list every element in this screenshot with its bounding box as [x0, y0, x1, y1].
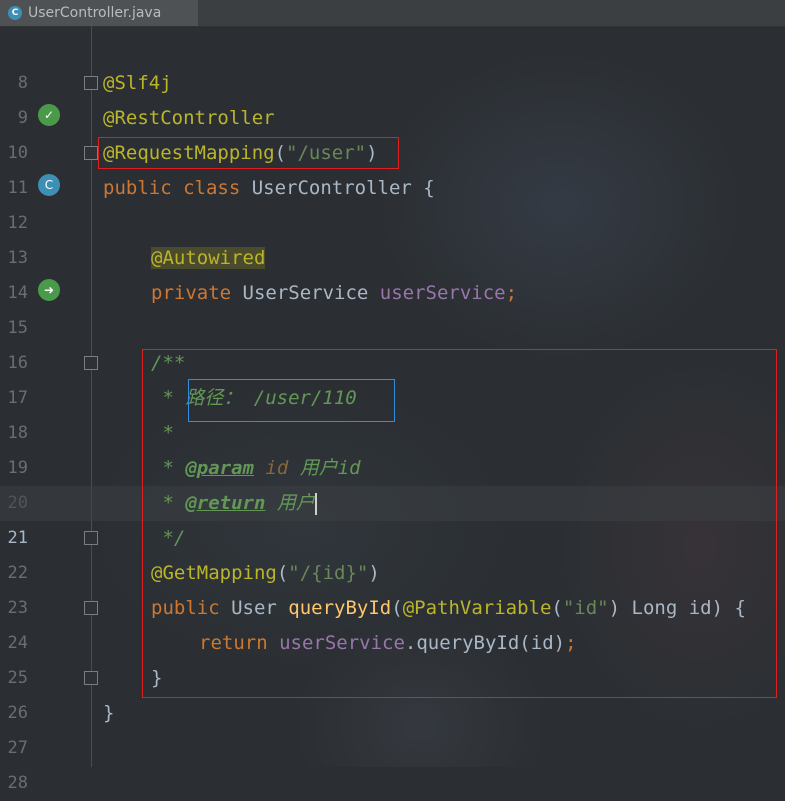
keyword: private [151, 282, 243, 304]
fold-marker-9[interactable] [84, 76, 98, 90]
type-name: UserService [242, 282, 380, 304]
annotation-requestmapping: @RequestMapping [103, 142, 275, 164]
javadoc-path-comment: * 路径： /user/110 [151, 387, 357, 409]
javadoc-close: */ [151, 527, 186, 549]
paren: ( [391, 597, 403, 619]
string-literal: "/user" [286, 142, 367, 164]
tab-label: UserController.java [28, 5, 162, 21]
code-line-13[interactable]: 13 [0, 206, 785, 268]
javadoc-param-tag: @param [185, 457, 254, 479]
semicolon: ; [505, 282, 518, 304]
code-line-18[interactable]: 18 * 路径： /user/110 [0, 381, 785, 443]
code-line-21[interactable]: 21 * @return 用户 [0, 486, 785, 548]
annotation-getmapping: @GetMapping [151, 562, 277, 584]
fold-marker-24[interactable] [84, 601, 98, 615]
paren: ( [551, 597, 563, 619]
annotation-pathvariable: @PathVariable [402, 597, 552, 619]
code-line-25[interactable]: 25 return userService.queryById(id); [0, 626, 785, 688]
method-name: queryById [288, 597, 392, 619]
spring-bean-icon[interactable]: ✓ [38, 104, 60, 126]
annotation-slf4j: @Slf4j [103, 72, 172, 94]
param-description: 用户id [288, 457, 361, 479]
fold-marker-17[interactable] [84, 356, 98, 370]
class-name: UserController { [251, 177, 435, 199]
javadoc-star: * [151, 492, 186, 514]
javadoc-open: /** [151, 352, 186, 374]
keyword: return [199, 632, 280, 654]
tab-usercontroller-java[interactable]: C UserController.java [0, 0, 198, 26]
code-line-11[interactable]: 11 @RequestMapping("/user") [0, 136, 785, 198]
javadoc-line: * [151, 422, 174, 444]
keyword: public class [103, 177, 252, 199]
code-line-12[interactable]: 12 public class UserController { [0, 171, 785, 233]
editor-tab-bar: C UserController.java [0, 0, 785, 27]
closing-brace: } [151, 667, 163, 689]
paren: ) [368, 562, 380, 584]
code-line-22[interactable]: 22 */ [0, 521, 785, 583]
code-line-23[interactable]: 23 @GetMapping("/{id}") [0, 556, 785, 618]
method-params: ) Long id) { [608, 597, 746, 619]
class-navigation-icon[interactable]: C [38, 174, 60, 196]
code-line-19[interactable]: 19 * [0, 416, 785, 478]
closing-brace: } [103, 702, 115, 724]
code-line-15[interactable]: 15 private UserService userService; [0, 276, 785, 338]
string-literal: "/{id}" [288, 562, 369, 584]
javadoc-return-tag: @return [185, 492, 266, 514]
annotation-autowired: @Autowired [151, 247, 266, 269]
code-line-24[interactable]: 24 public User queryById(@PathVariable("… [0, 591, 785, 653]
class-c-icon: C [8, 6, 22, 20]
return-description: 用户 [265, 492, 315, 514]
fold-marker-26[interactable] [84, 671, 98, 685]
code-line-14[interactable]: 14 @Autowired [0, 241, 785, 303]
paren: ( [274, 142, 287, 164]
paren: ( [276, 562, 289, 584]
code-line-27[interactable]: 27 } [0, 696, 785, 758]
code-line-8[interactable]: 8 [0, 31, 785, 93]
code-line-28[interactable]: 28 [0, 731, 785, 793]
semicolon: ; [565, 632, 577, 654]
fold-marker-11[interactable] [84, 146, 98, 160]
text-caret [314, 492, 317, 515]
type-name: User [231, 597, 289, 619]
string-literal: "id" [562, 597, 609, 619]
field-name: userService [379, 282, 506, 304]
code-line-26[interactable]: 26 } [0, 661, 785, 723]
param-name: id [253, 457, 289, 479]
code-line-16[interactable]: 16 [0, 311, 785, 373]
autowired-navigation-icon[interactable]: ➜ [38, 279, 60, 301]
code-line-10[interactable]: 10 @RestController [0, 101, 785, 163]
annotation-restcontroller: @RestController [103, 107, 275, 129]
code-line-9[interactable]: 9 @Slf4j [0, 66, 785, 128]
paren: ) [366, 142, 378, 164]
code-line-17[interactable]: 17 /** [0, 346, 785, 408]
field-name: userService [279, 632, 405, 654]
fold-marker-22[interactable] [84, 531, 98, 545]
method-call: .queryById(id) [404, 632, 566, 654]
keyword: public [151, 597, 232, 619]
code-line-20[interactable]: 20 * @param id 用户id [0, 451, 785, 513]
javadoc-star: * [151, 457, 186, 479]
line-number: 28 [7, 773, 28, 793]
